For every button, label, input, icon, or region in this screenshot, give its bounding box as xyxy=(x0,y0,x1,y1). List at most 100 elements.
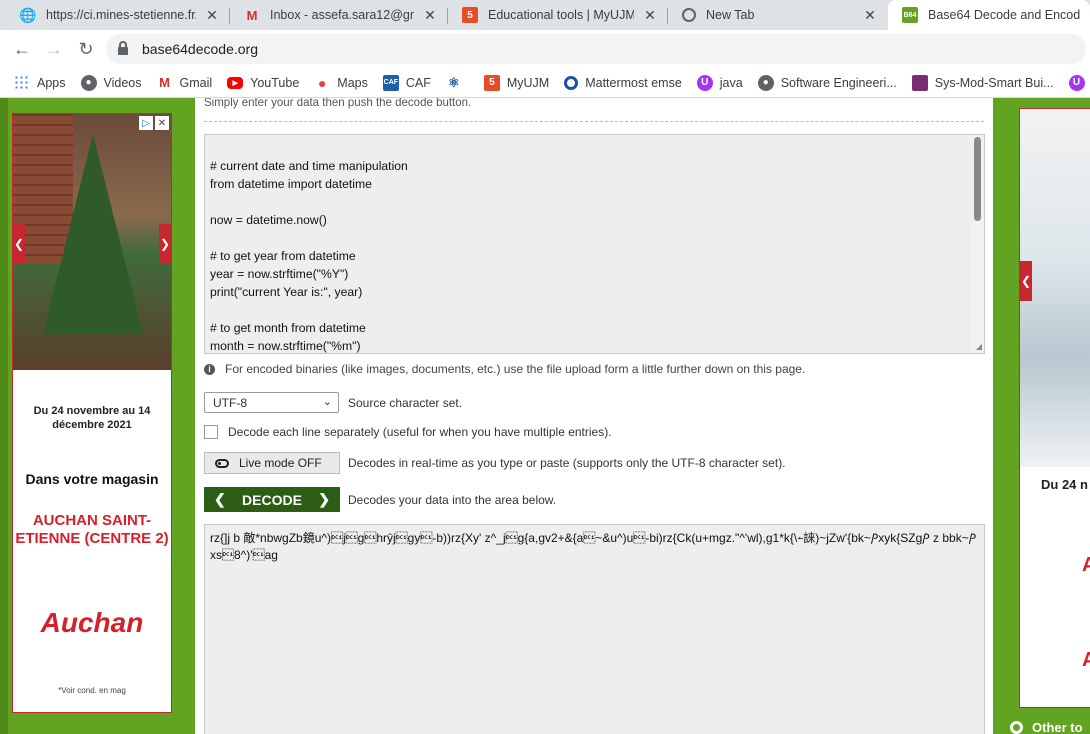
bookmark-gmail[interactable]: M Gmail xyxy=(157,75,213,91)
ad-christmas-photo xyxy=(13,114,171,370)
resize-grip-icon[interactable]: ◢ xyxy=(976,342,982,351)
live-mode-row: Live mode OFF Decodes in real-time as yo… xyxy=(204,452,786,474)
ad-shop-name: AUCHAN SAINT-ETIENNE (CENTRE 2) xyxy=(15,512,169,547)
decode-each-line-checkbox[interactable] xyxy=(204,425,218,439)
bookmark-label: MyUJM xyxy=(506,75,550,90)
udemy-icon: U xyxy=(696,74,713,91)
decode-description: Decodes your data into the area below. xyxy=(348,492,557,507)
bookmark-java[interactable]: U java xyxy=(696,74,743,91)
ad-christmas-tree xyxy=(43,134,143,334)
decoded-output-text: rz{]j b 敵*nbwgZb鏡u^)jghrŷjgy-b))rz… xyxy=(210,531,977,562)
charset-row: UTF-8 ⌄ Source character set. xyxy=(204,392,462,413)
close-icon[interactable]: ✕ xyxy=(204,7,220,24)
tab-title: Base64 Decode and Encode - xyxy=(928,8,1080,22)
bookmark-videos[interactable]: ● Videos xyxy=(80,74,142,91)
decode-label: DECODE xyxy=(242,491,302,508)
ad-red-text: A xyxy=(1082,554,1090,577)
input-line xyxy=(210,229,408,247)
each-line-row: Decode each line separately (useful for … xyxy=(204,425,612,439)
caf-icon: CAF xyxy=(382,74,399,91)
gear-icon xyxy=(1010,721,1023,734)
bookmark-label: Software Engineeri... xyxy=(780,75,897,90)
back-icon[interactable]: ← xyxy=(6,33,38,65)
maps-pin-icon: ● xyxy=(318,74,327,91)
ad-prev-arrow-icon[interactable]: ❮ xyxy=(13,224,25,264)
encoded-input-textarea[interactable]: # current date and time manipulation fro… xyxy=(204,134,985,354)
tab-new[interactable]: New Tab ✕ xyxy=(668,0,888,30)
tab-title: https://ci.mines-stetienne.fr/ xyxy=(46,8,196,22)
gmail-icon: M xyxy=(246,7,258,23)
chevron-right-icon: ❯ xyxy=(318,491,330,507)
bookmark-atom[interactable]: ⚛ xyxy=(446,75,469,91)
ad-date: Du 24 n xyxy=(1041,477,1088,492)
decode-button[interactable]: ❮ DECODE ❯ xyxy=(204,487,340,512)
input-scrollbar[interactable] xyxy=(970,135,984,353)
bookmark-maps[interactable]: ● Maps xyxy=(314,75,368,91)
charset-select[interactable]: UTF-8 ⌄ xyxy=(204,392,339,413)
html5-icon: 5 xyxy=(483,74,500,91)
ad-close-icon[interactable]: ✕ xyxy=(155,116,169,130)
ad-store-line: Dans votre magasin xyxy=(25,471,159,487)
instructions-text: Simply enter your data then push the dec… xyxy=(204,98,472,109)
html5-icon: 5 xyxy=(462,7,478,23)
each-line-label: Decode each line separately (useful for … xyxy=(228,425,612,439)
tab-gmail[interactable]: M Inbox - assefa.sara12@gmail. ✕ xyxy=(230,0,448,30)
ad-date: Du 24 novembre au 14 décembre 2021 xyxy=(33,405,151,431)
close-icon[interactable]: ✕ xyxy=(422,7,438,24)
bookmark-label: Videos xyxy=(103,75,142,90)
tab-base64[interactable]: B64 Base64 Decode and Encode - xyxy=(888,0,1090,30)
ad-prev-arrow-icon[interactable]: ❮ xyxy=(1020,261,1032,301)
youtube-icon: ▶ xyxy=(227,76,244,89)
decoded-output-textarea[interactable]: rz{]j b 敵*nbwgZb鏡u^)jghrŷjgy-b))rz… xyxy=(204,524,985,734)
bookmark-mattermost[interactable]: Mattermost emse xyxy=(564,75,682,90)
lock-icon xyxy=(118,41,128,55)
forward-icon[interactable]: → xyxy=(38,33,70,65)
left-advertisement[interactable]: ▷ ✕ ❮ ❯ Du 24 novembre au 14 décembre 20… xyxy=(12,113,172,713)
input-line: from datetime import datetime xyxy=(210,177,372,191)
bookmark-caf[interactable]: CAF CAF xyxy=(382,74,431,91)
bookmark-label: Gmail xyxy=(179,75,213,90)
ad-next-arrow-icon[interactable]: ❯ xyxy=(159,224,171,264)
bookmark-myujm[interactable]: 5 MyUJM xyxy=(483,74,550,91)
globe-icon: 🌐 xyxy=(19,6,37,23)
scrollbar-thumb[interactable] xyxy=(974,137,981,221)
close-icon[interactable]: ✕ xyxy=(642,7,658,24)
chevron-left-icon: ❮ xyxy=(214,491,226,507)
ad-conditions: *Voir cond. en mag xyxy=(58,686,126,695)
input-line: # to get month from datetime xyxy=(210,321,366,335)
bookmark-youtube[interactable]: ▶ YouTube xyxy=(227,76,299,90)
bookmark-apps[interactable]: Apps xyxy=(14,74,66,91)
binary-upload-note: i For encoded binaries (like images, doc… xyxy=(204,362,805,376)
other-tools-link[interactable]: Other to xyxy=(1010,720,1083,734)
input-line xyxy=(210,193,408,211)
decode-row: ❮ DECODE ❯ Decodes your data into the ar… xyxy=(204,487,556,512)
tab-mines[interactable]: 🌐 https://ci.mines-stetienne.fr/ ✕ xyxy=(6,0,230,30)
live-mode-description: Decodes in real-time as you type or past… xyxy=(348,456,786,470)
globe-icon: ● xyxy=(80,74,97,91)
bookmark-label: Mattermost emse xyxy=(585,75,682,90)
input-line: now = datetime.now() xyxy=(210,213,327,227)
info-note-text: For encoded binaries (like images, docum… xyxy=(225,362,806,376)
bookmark-label: YouTube xyxy=(250,75,300,90)
bookmark-py[interactable]: U Py xyxy=(1068,74,1090,91)
bookmark-software-eng[interactable]: ● Software Engineeri... xyxy=(757,74,897,91)
right-advertisement[interactable]: ❮ Du 24 n A A xyxy=(1019,108,1090,708)
bookmark-label: Sys-Mod-Smart Bui... xyxy=(934,75,1054,90)
tab-myujm[interactable]: 5 Educational tools | MyUJM | E ✕ xyxy=(448,0,668,30)
adchoices-icon[interactable]: ▷ xyxy=(139,116,153,130)
bookmark-sys-mod[interactable]: Sys-Mod-Smart Bui... xyxy=(911,74,1054,91)
auchan-logo: Auchan xyxy=(40,607,144,638)
apps-grid-icon xyxy=(14,74,30,91)
reload-icon[interactable]: ↻ xyxy=(70,33,102,65)
live-mode-toggle-button[interactable]: Live mode OFF xyxy=(204,452,340,474)
input-lines: # current date and time manipulation fro… xyxy=(210,157,408,353)
close-icon[interactable]: ✕ xyxy=(862,7,878,24)
charset-label: Source character set. xyxy=(348,395,463,410)
input-line: # current date and time manipulation xyxy=(210,159,408,173)
url-text: base64decode.org xyxy=(142,41,258,57)
bookmark-label: Maps xyxy=(337,75,368,90)
background-stripe xyxy=(0,98,8,734)
gmail-icon: M xyxy=(159,75,170,90)
address-bar[interactable]: base64decode.org xyxy=(106,34,1086,64)
browser-toolbar: ← → ↻ base64decode.org xyxy=(0,30,1090,68)
